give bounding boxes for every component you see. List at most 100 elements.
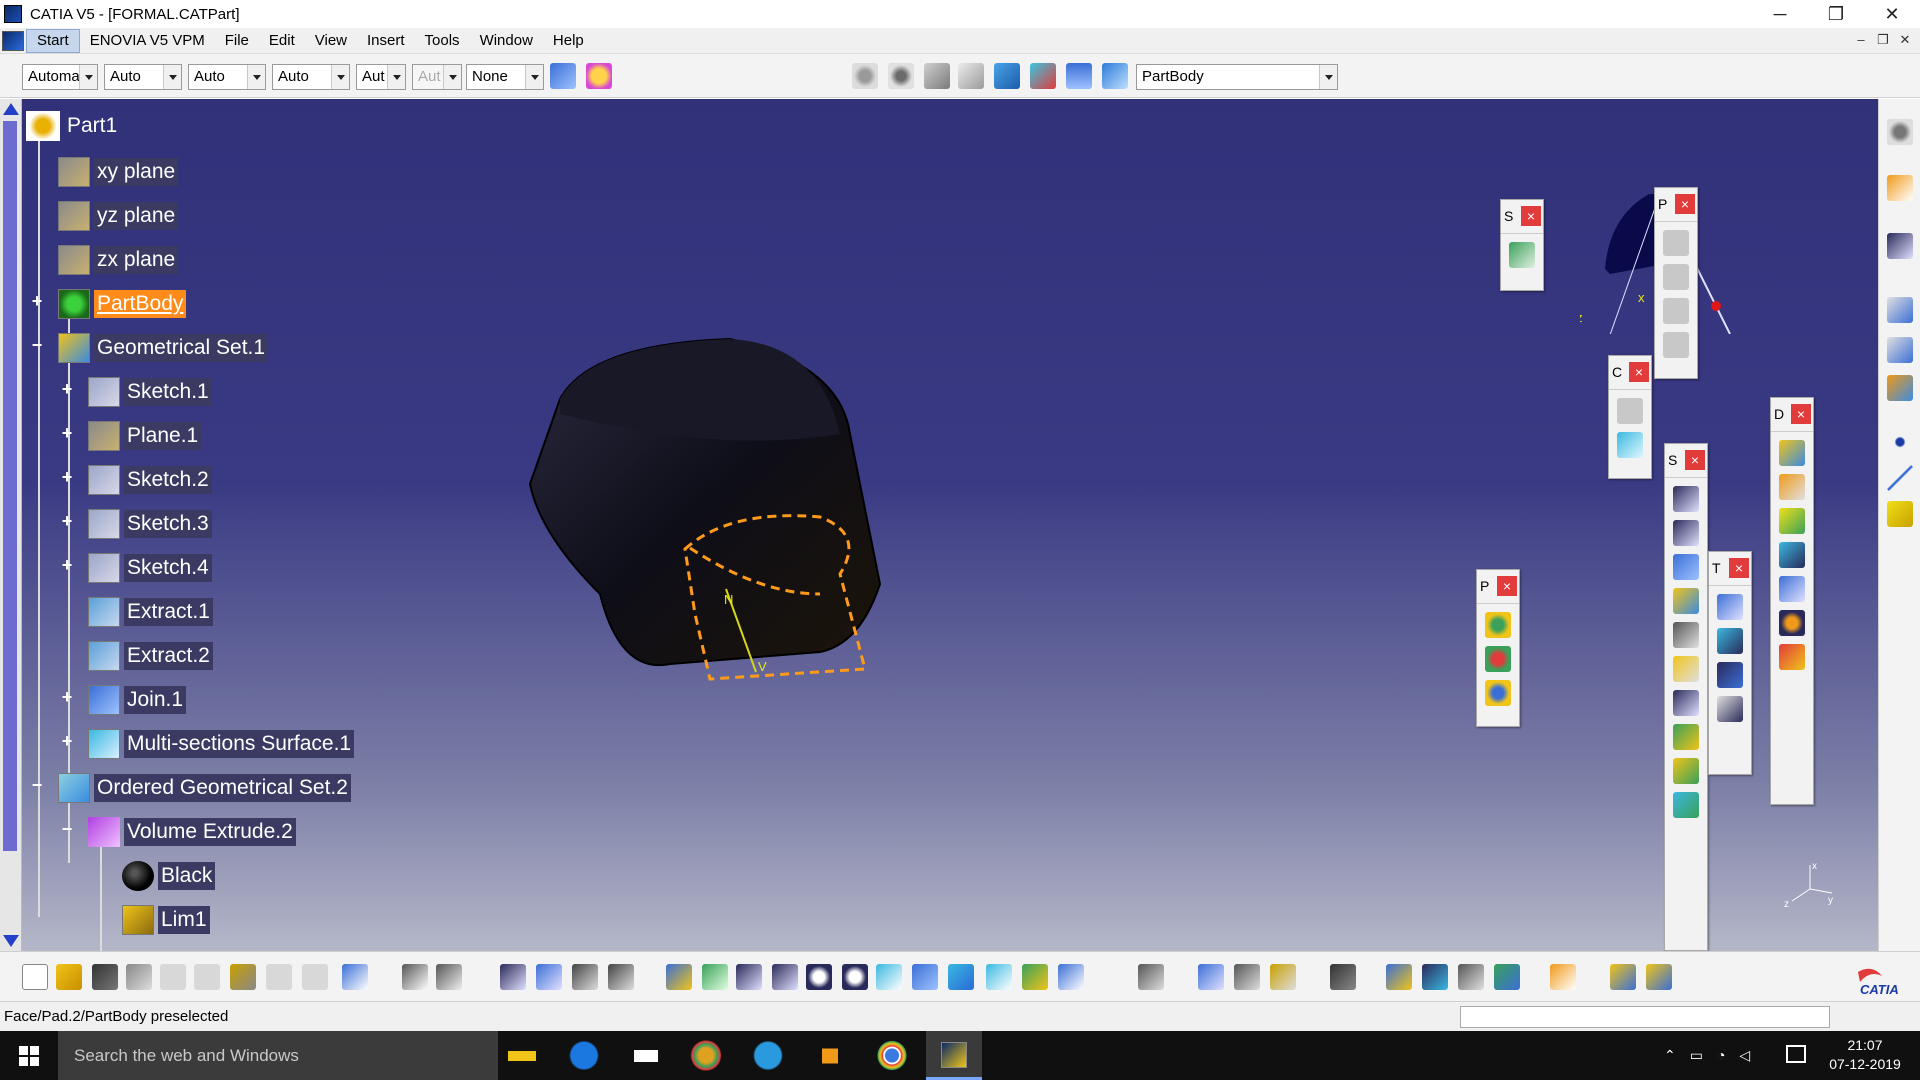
expand-toggle[interactable]: + bbox=[60, 382, 74, 400]
chrome-icon[interactable] bbox=[864, 1031, 920, 1080]
apply-material-icon[interactable] bbox=[1887, 375, 1913, 401]
menu-tools[interactable]: Tools bbox=[415, 28, 470, 54]
hole-icon[interactable] bbox=[1673, 622, 1699, 648]
collapse-toggle[interactable]: − bbox=[30, 778, 44, 796]
menu-insert[interactable]: Insert bbox=[357, 28, 415, 54]
compass-handle[interactable] bbox=[1711, 301, 1721, 311]
doc-minimize-button[interactable]: – bbox=[1850, 32, 1872, 50]
scrollbar-thumb[interactable] bbox=[3, 121, 17, 851]
work-object-icon[interactable] bbox=[1102, 63, 1128, 89]
doc-restore-button[interactable]: ❐ bbox=[1872, 32, 1894, 50]
edge-browser-icon[interactable] bbox=[556, 1031, 612, 1080]
tree-node-black[interactable]: Black bbox=[122, 859, 216, 893]
tree-node-sketch-1[interactable]: + Sketch.1 bbox=[60, 375, 212, 409]
swap-space-icon[interactable] bbox=[1058, 964, 1084, 990]
floating-toolbar-p1[interactable]: P × bbox=[1654, 187, 1698, 379]
line-weight-combo[interactable]: Auto bbox=[188, 64, 266, 90]
scroll-up-arrow-icon[interactable] bbox=[3, 103, 19, 115]
flag-note-icon[interactable] bbox=[1887, 337, 1913, 363]
floating-toolbar-t[interactable]: T × bbox=[1708, 551, 1752, 775]
3d-viewport[interactable]: Part1 xy plane yz plane zx plane + PartB… bbox=[0, 99, 1878, 951]
point-icon[interactable] bbox=[1887, 429, 1913, 455]
select-arrow-icon[interactable] bbox=[1887, 175, 1913, 201]
hide-show-toggle-icon[interactable] bbox=[1022, 964, 1048, 990]
open-folder-icon[interactable] bbox=[56, 964, 82, 990]
tree-node-plane-1[interactable]: + Plane.1 bbox=[60, 419, 202, 453]
photos-icon[interactable] bbox=[678, 1031, 734, 1080]
menu-view[interactable]: View bbox=[305, 28, 357, 54]
sketch-tool-icon[interactable] bbox=[1509, 242, 1535, 268]
tree-node-xy-plane[interactable]: xy plane bbox=[58, 155, 179, 189]
tree-node-multi-sections-surface-1[interactable]: + Multi-sections Surface.1 bbox=[60, 727, 355, 761]
chevron-down-icon[interactable] bbox=[387, 65, 405, 89]
point-type-combo[interactable]: Aut bbox=[356, 64, 406, 90]
collapse-toggle[interactable]: − bbox=[30, 338, 44, 356]
shell-icon[interactable] bbox=[1779, 542, 1805, 568]
fit-all-icon[interactable] bbox=[702, 964, 728, 990]
knowledge-advisor-icon[interactable] bbox=[436, 964, 462, 990]
tree-node-extract-1[interactable]: Extract.1 bbox=[88, 595, 213, 629]
close-icon[interactable]: × bbox=[1629, 362, 1649, 382]
zoom-out-icon[interactable] bbox=[842, 964, 868, 990]
notifications-icon[interactable] bbox=[1786, 1045, 1806, 1063]
loft-icon[interactable] bbox=[1673, 758, 1699, 784]
windows-start-icon[interactable] bbox=[0, 1031, 58, 1080]
tree-node-geometrical-set-1[interactable]: − Geometrical Set.1 bbox=[30, 331, 269, 365]
pocket-icon[interactable] bbox=[1673, 520, 1699, 546]
pad-icon[interactable] bbox=[1673, 486, 1699, 512]
measure-between-icon[interactable] bbox=[1198, 964, 1224, 990]
gear-icon[interactable] bbox=[1887, 119, 1913, 145]
floating-toolbar-c[interactable]: C × bbox=[1608, 355, 1652, 479]
assembly-icon[interactable] bbox=[1610, 964, 1636, 990]
tree-node-partbody[interactable]: + PartBody bbox=[30, 287, 187, 321]
mirror-icon[interactable] bbox=[1717, 628, 1743, 654]
current-body-combo[interactable]: PartBody bbox=[1136, 64, 1338, 90]
power-input-field[interactable] bbox=[1460, 1006, 1830, 1028]
instantiate-icon[interactable] bbox=[536, 964, 562, 990]
chevron-down-icon[interactable] bbox=[525, 65, 543, 89]
draft-icon[interactable] bbox=[1779, 508, 1805, 534]
view-selector-icon[interactable] bbox=[994, 63, 1020, 89]
stiffener-icon[interactable] bbox=[1673, 724, 1699, 750]
annotation-text-icon[interactable] bbox=[1887, 297, 1913, 323]
expand-toggle[interactable]: + bbox=[60, 470, 74, 488]
boolean-add-icon[interactable] bbox=[1485, 612, 1511, 638]
chevron-down-icon[interactable] bbox=[247, 65, 265, 89]
expand-toggle[interactable]: + bbox=[60, 690, 74, 708]
iso-view-icon[interactable] bbox=[948, 964, 974, 990]
expand-toggle[interactable]: + bbox=[30, 294, 44, 312]
floating-toolbar-s2[interactable]: S × bbox=[1664, 443, 1708, 951]
tree-node-sketch-2[interactable]: + Sketch.2 bbox=[60, 463, 212, 497]
apply-texture-icon[interactable] bbox=[1386, 964, 1412, 990]
paste-icon[interactable] bbox=[230, 964, 256, 990]
axis-system-icon[interactable] bbox=[924, 63, 950, 89]
plane-tool-icon[interactable] bbox=[1887, 501, 1913, 527]
file-explorer-icon[interactable] bbox=[494, 1031, 550, 1080]
remove-face-icon[interactable] bbox=[1779, 644, 1805, 670]
3d-part-model[interactable]: N V bbox=[520, 284, 910, 784]
catia-start-icon[interactable] bbox=[2, 30, 24, 51]
menu-file[interactable]: File bbox=[215, 28, 259, 54]
floating-toolbar-s1[interactable]: S × bbox=[1500, 199, 1544, 291]
environment-icon[interactable] bbox=[1458, 964, 1484, 990]
tree-node-lim1[interactable]: Lim1 bbox=[122, 903, 210, 937]
design-table-icon[interactable] bbox=[500, 964, 526, 990]
groove-icon[interactable] bbox=[1673, 588, 1699, 614]
tree-node-extract-2[interactable]: Extract.2 bbox=[88, 639, 213, 673]
list-icon[interactable] bbox=[1066, 63, 1092, 89]
menu-help[interactable]: Help bbox=[543, 28, 594, 54]
assembly-constraint-icon[interactable] bbox=[1646, 964, 1672, 990]
close-icon[interactable]: × bbox=[1675, 194, 1695, 214]
floating-toolbar-d[interactable]: D × bbox=[1770, 397, 1814, 805]
catia-taskbar-icon[interactable] bbox=[926, 1031, 982, 1080]
chevron-down-icon[interactable] bbox=[163, 65, 181, 89]
measure-inertia-icon[interactable] bbox=[1270, 964, 1296, 990]
fillet-icon[interactable] bbox=[1779, 440, 1805, 466]
shaft-icon[interactable] bbox=[1673, 554, 1699, 580]
render-icon[interactable] bbox=[1422, 964, 1448, 990]
scaling-icon[interactable] bbox=[1717, 696, 1743, 722]
collapse-toggle[interactable]: − bbox=[60, 822, 74, 840]
restore-button[interactable]: ❐ bbox=[1808, 0, 1864, 28]
chevron-down-icon[interactable] bbox=[331, 65, 349, 89]
hide-show-icon[interactable] bbox=[1030, 63, 1056, 89]
